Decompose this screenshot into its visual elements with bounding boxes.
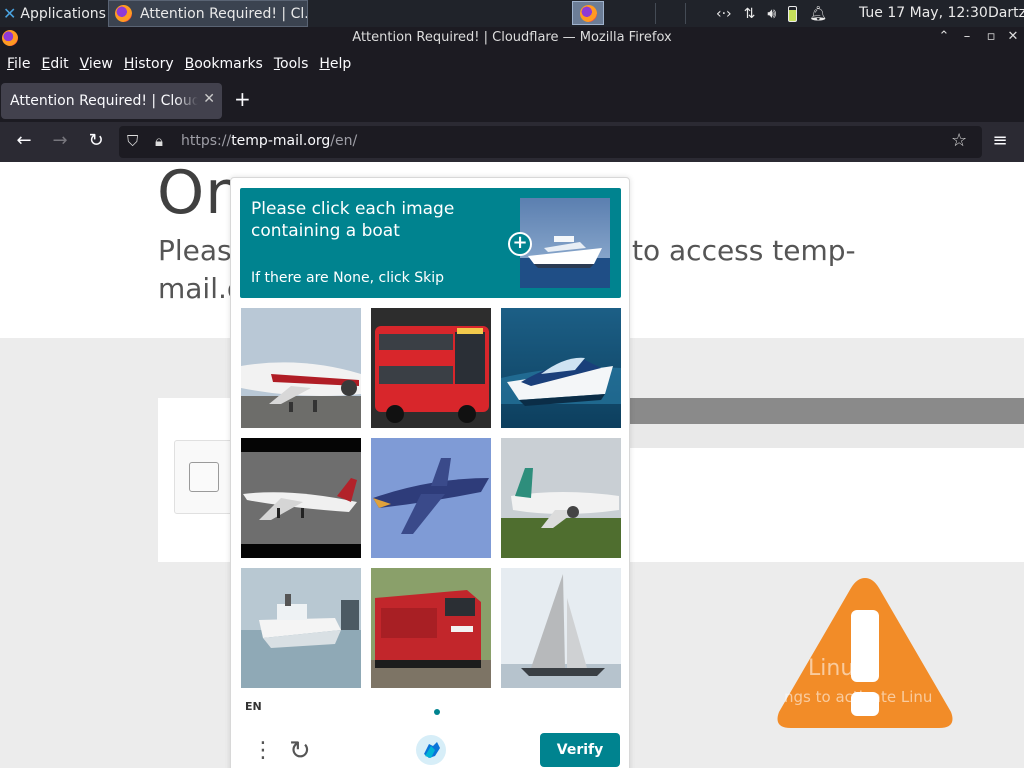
new-tab-icon[interactable]: + (234, 87, 251, 111)
firefox-icon (115, 5, 132, 22)
hcaptcha-logo-icon[interactable] (415, 734, 447, 766)
language-selector[interactable]: EN (245, 700, 262, 713)
collapse-icon[interactable]: ⌃ (935, 29, 953, 44)
decorative-band-light (600, 424, 1024, 448)
captcha-tile-9-sailboat[interactable] (501, 568, 621, 688)
menu-bookmarks[interactable]: Bookmarks (185, 56, 263, 72)
navigation-toolbar: ← → ↻ ⛉ 🔒︎ https://temp-mail.org/en/ ☆ ≡ (0, 122, 1024, 162)
applications-menu[interactable]: ✕ Applications ⠿ (0, 0, 108, 27)
clock[interactable]: Tue 17 May, 12:30 (859, 0, 988, 27)
captcha-tile-3-boat[interactable] (501, 308, 621, 428)
firefox-launcher[interactable] (572, 1, 604, 25)
captcha-tile-2-bus[interactable] (371, 308, 491, 428)
applications-label: Applications (20, 5, 106, 22)
more-options-icon[interactable]: ⋮ (252, 740, 274, 762)
notification-bell-icon[interactable]: 🔔︎ (809, 6, 827, 22)
prompt-instruction: Please click each image containing a boa… (251, 199, 455, 241)
network-updown-icon[interactable]: ⇅ (744, 6, 756, 22)
captcha-tile-8-train[interactable] (371, 568, 491, 688)
reload-icon[interactable]: ↻ (84, 130, 108, 151)
taskbar-firefox-window[interactable]: Attention Required! | Cl... (108, 0, 308, 27)
captcha-checkbox[interactable] (189, 462, 219, 492)
menu-view[interactable]: View (80, 56, 113, 72)
url-scheme: https:// (181, 133, 232, 149)
captcha-tile-7-boat[interactable] (241, 568, 361, 688)
page-subtitle-right: to access temp- (632, 234, 856, 267)
close-window-icon[interactable]: ✕ (1004, 29, 1022, 44)
system-tray: ‹·› ⇅ 🔊︎ 🔔︎ (716, 0, 827, 27)
window-titlebar: Attention Required! | Cloudflare — Mozil… (0, 27, 1024, 51)
bookmark-star-icon[interactable]: ☆ (951, 130, 967, 151)
hamburger-menu-icon[interactable]: ≡ (988, 130, 1012, 151)
decorative-band (600, 398, 1024, 424)
panel-separator (685, 3, 686, 24)
captcha-tile-5-airplane[interactable] (371, 438, 491, 558)
captcha-tile-6-airplane[interactable] (501, 438, 621, 558)
verify-button[interactable]: Verify (540, 733, 620, 767)
panel-separator (655, 3, 656, 24)
menu-tools[interactable]: Tools (274, 56, 309, 72)
shield-icon[interactable]: ⛉ (127, 132, 138, 150)
page-subtitle-left: Pleas (158, 234, 232, 267)
lock-icon[interactable]: 🔒︎ (155, 132, 163, 150)
activation-watermark-subtitle: ngs to activate Linu (784, 688, 933, 706)
activation-watermark-title: Linu (808, 656, 855, 681)
xfce-icon: ✕ (3, 4, 17, 23)
refresh-challenge-icon[interactable]: ↻ (289, 736, 311, 766)
example-boat-image[interactable] (520, 198, 610, 288)
page-indicator-dot (434, 709, 440, 715)
tab-strip: Attention Required! | Cloudflare ✕ + (0, 77, 1024, 122)
close-tab-icon[interactable]: ✕ (203, 91, 215, 107)
url-domain: temp-mail.org (231, 133, 331, 149)
menu-help[interactable]: Help (319, 56, 351, 72)
forward-icon[interactable]: → (48, 130, 72, 151)
url-bar[interactable]: ⛉ 🔒︎ https://temp-mail.org/en/ ☆ (119, 126, 982, 158)
url-path: /en/ (330, 133, 358, 149)
captcha-tile-1-airplane[interactable] (241, 308, 361, 428)
minimize-icon[interactable]: – (958, 29, 976, 44)
url-text[interactable]: https://temp-mail.org/en/ (181, 133, 357, 149)
volume-icon[interactable]: 🔊︎ (767, 6, 776, 22)
menu-bar: File Edit View History Bookmarks Tools H… (0, 51, 1024, 77)
taskbar-window-title: Attention Required! | Cl... (140, 5, 308, 22)
back-icon[interactable]: ← (12, 130, 36, 151)
hcaptcha-challenge: Please click each image containing a boa… (230, 177, 630, 768)
firefox-icon (579, 4, 597, 22)
menu-edit[interactable]: Edit (41, 56, 68, 72)
top-panel: ✕ Applications ⠿ Attention Required! | C… (0, 0, 1024, 27)
captcha-tile-4-airplane[interactable] (241, 438, 361, 558)
maximize-icon[interactable]: ▫ (982, 29, 1000, 44)
menu-history[interactable]: History (124, 56, 174, 72)
prompt-skip-hint: If there are None, click Skip (251, 270, 445, 286)
network-arrows-icon[interactable]: ‹·› (716, 6, 732, 22)
window-title: Attention Required! | Cloudflare — Mozil… (352, 30, 672, 45)
warning-icon (777, 578, 953, 728)
menu-file[interactable]: File (7, 56, 30, 72)
user-menu[interactable]: Dartz (988, 0, 1024, 27)
tab-title: Attention Required! | Cloudflare (10, 93, 198, 109)
tab-active[interactable]: Attention Required! | Cloudflare ✕ (1, 83, 222, 119)
zoom-plus-icon[interactable]: + (508, 232, 532, 256)
challenge-prompt: Please click each image containing a boa… (240, 188, 621, 298)
battery-icon[interactable] (788, 5, 798, 22)
